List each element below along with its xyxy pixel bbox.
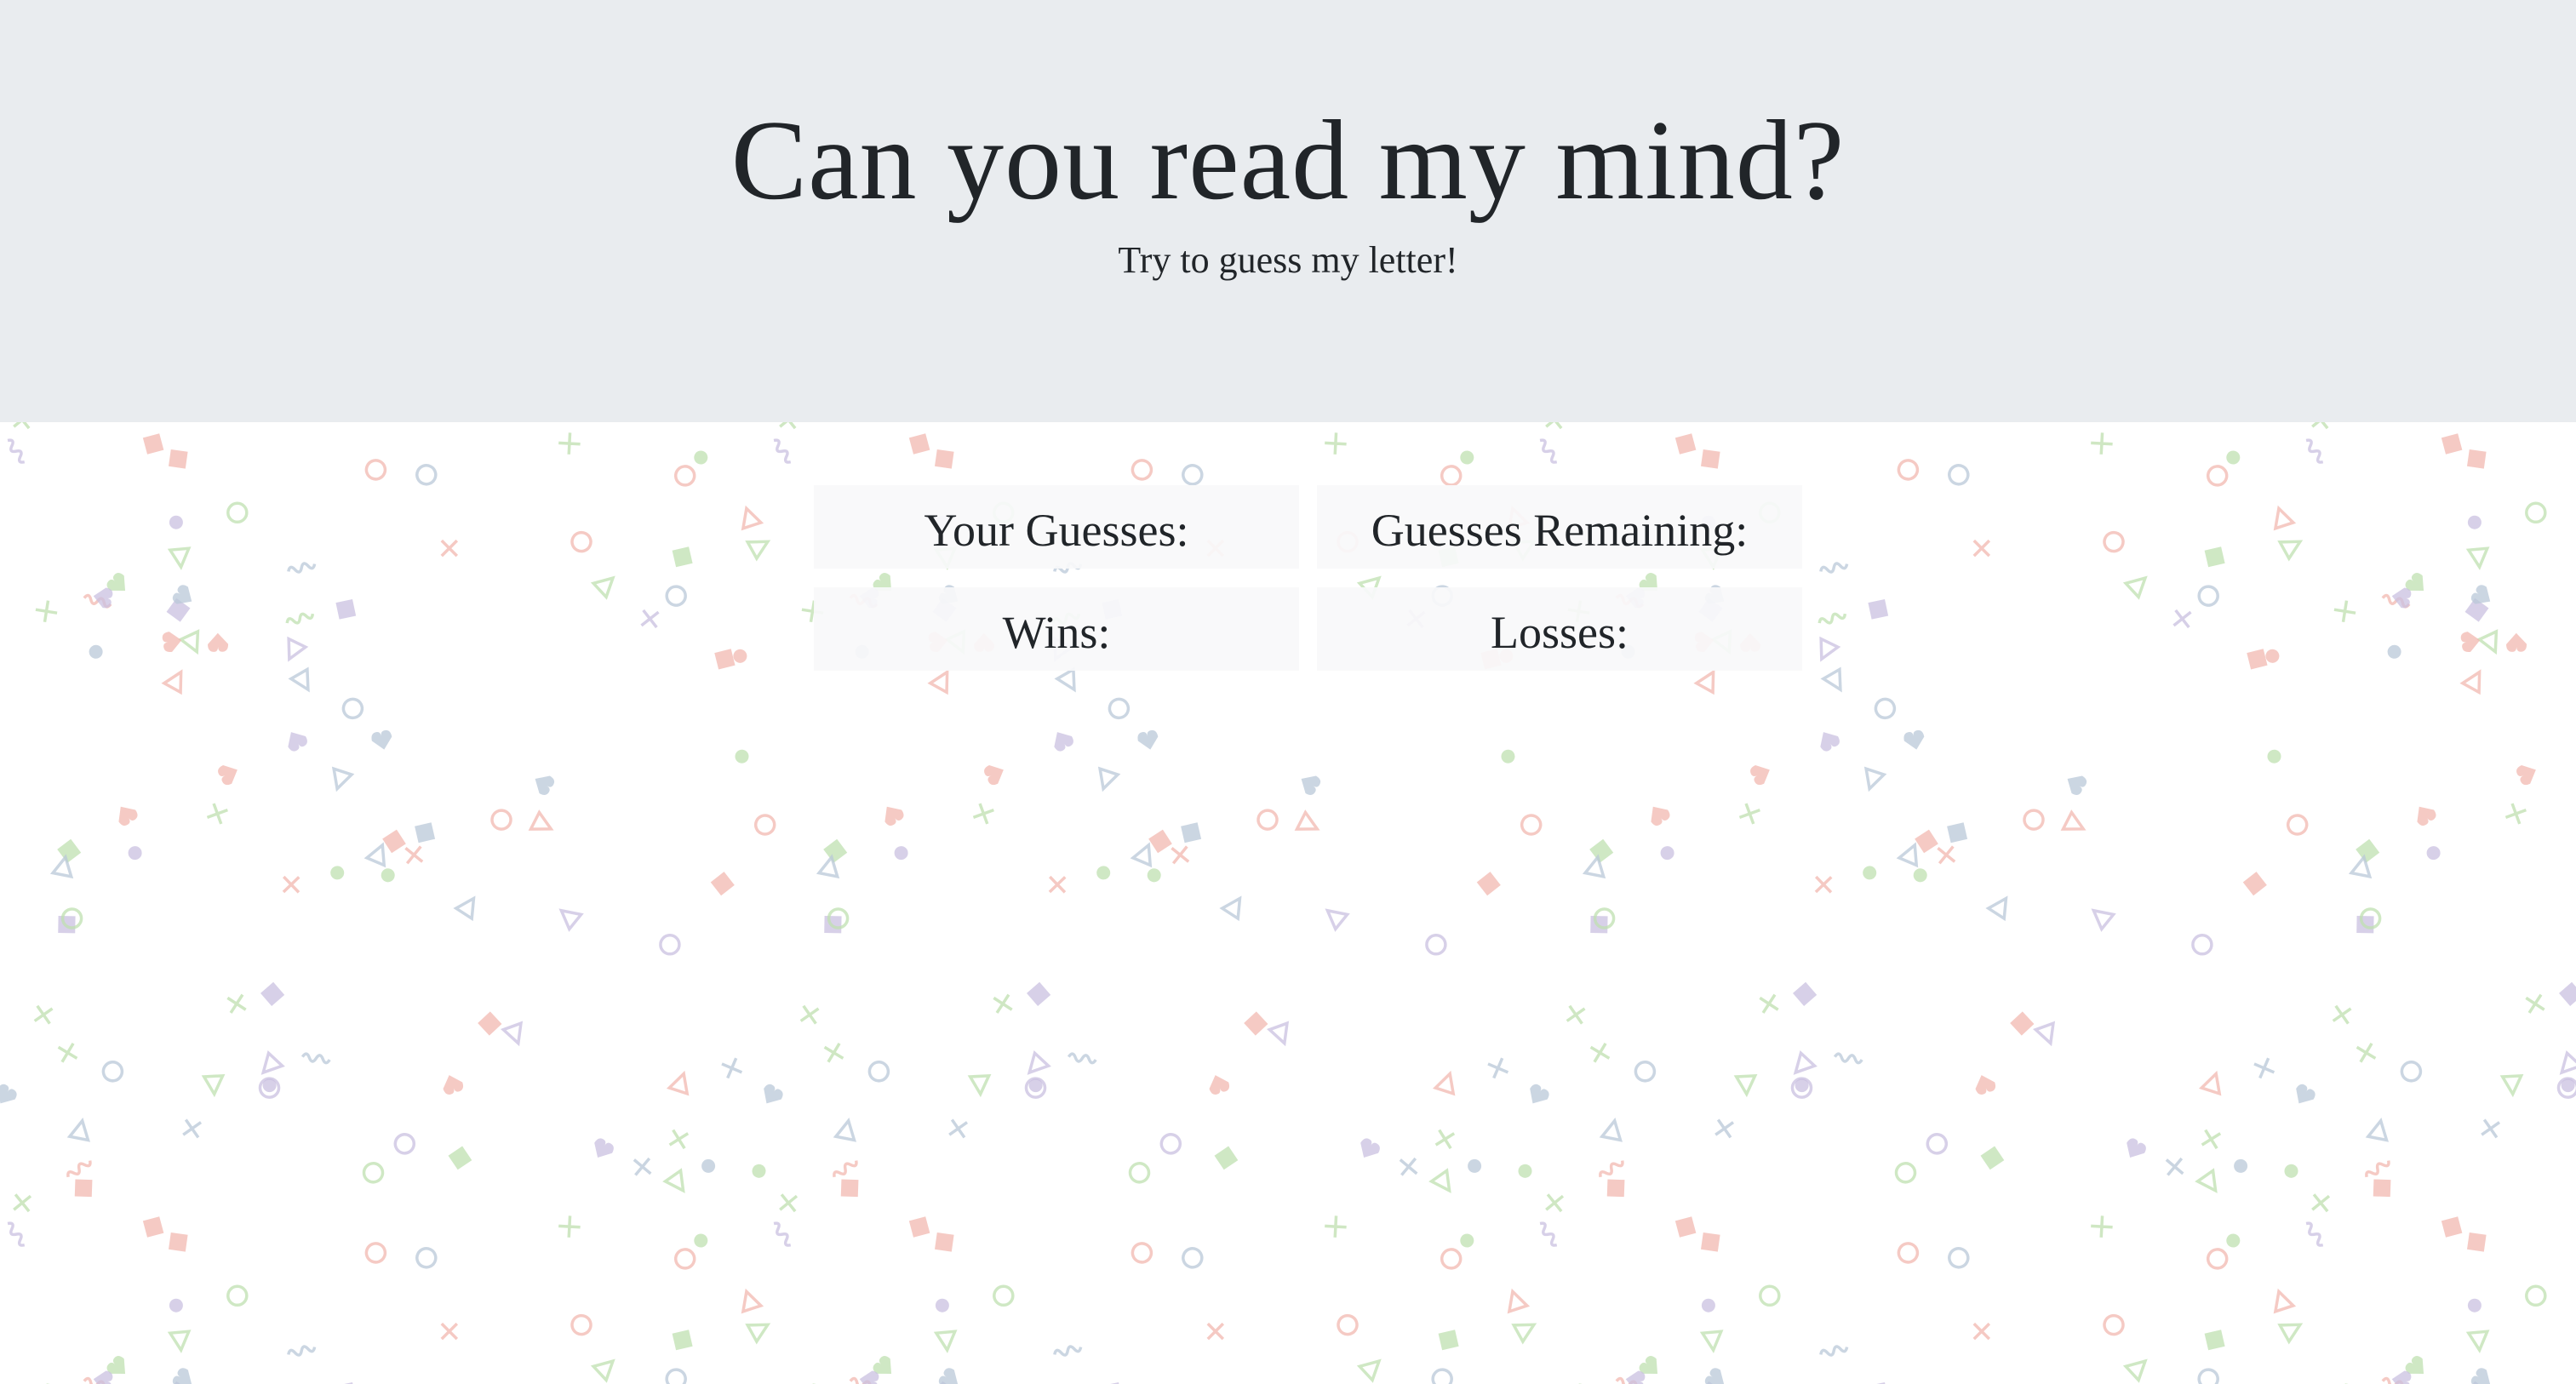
page-title: Can you read my mind? bbox=[730, 97, 1846, 223]
page-subtitle: Try to guess my letter! bbox=[1118, 239, 1458, 281]
header-jumbotron: Can you read my mind? Try to guess my le… bbox=[0, 0, 2576, 422]
wins-label: Wins: bbox=[1002, 607, 1111, 658]
losses-label: Losses: bbox=[1491, 607, 1629, 658]
your-guesses-box: Your Guesses: bbox=[814, 485, 1299, 569]
losses-box: Losses: bbox=[1317, 587, 1802, 671]
wins-box: Wins: bbox=[814, 587, 1299, 671]
guesses-remaining-box: Guesses Remaining: bbox=[1317, 485, 1802, 569]
your-guesses-label: Your Guesses: bbox=[924, 505, 1189, 556]
guesses-remaining-label: Guesses Remaining: bbox=[1371, 505, 1749, 556]
